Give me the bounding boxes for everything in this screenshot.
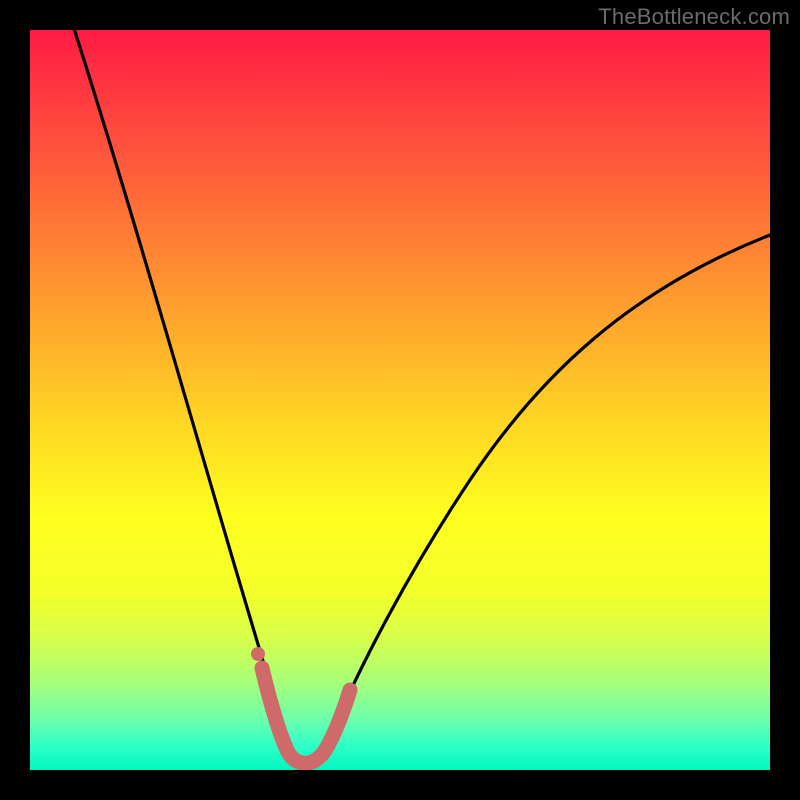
chart-plot-area	[30, 30, 770, 770]
chart-svg	[30, 30, 770, 770]
bottleneck-curve	[68, 30, 770, 765]
highlight-dot	[251, 647, 265, 661]
watermark-text: TheBottleneck.com	[598, 4, 790, 30]
highlight-band	[262, 668, 350, 763]
